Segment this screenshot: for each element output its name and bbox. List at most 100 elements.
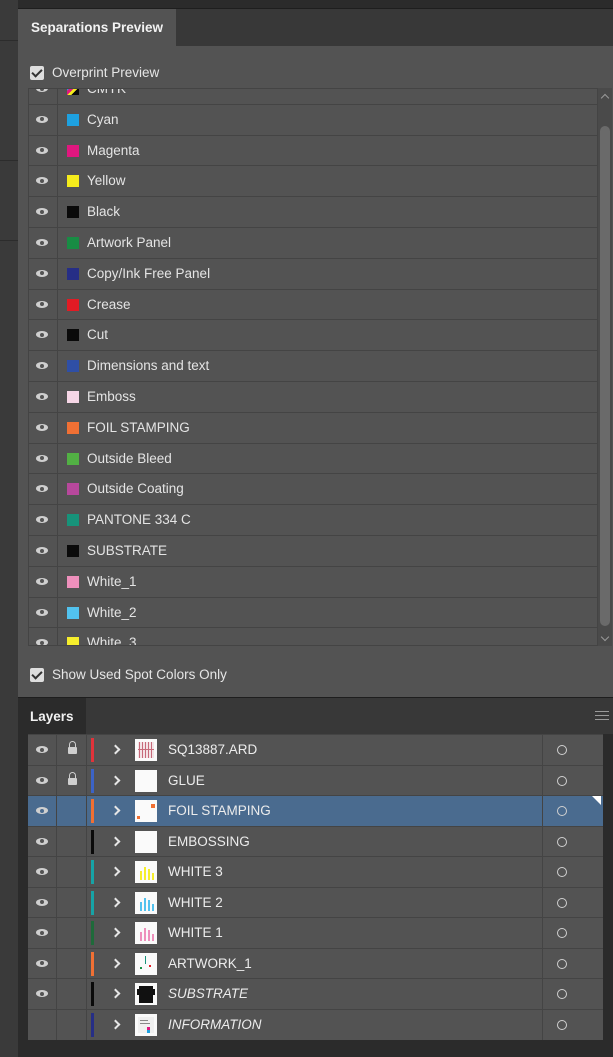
separation-row[interactable]: Artwork Panel bbox=[29, 227, 597, 258]
layer-lock-cell[interactable] bbox=[56, 857, 87, 887]
eye-icon[interactable] bbox=[36, 990, 48, 997]
expand-chevron-icon[interactable] bbox=[110, 744, 121, 755]
visibility-cell[interactable] bbox=[29, 597, 58, 628]
layer-row[interactable]: WHITE 2 bbox=[28, 886, 603, 918]
eye-icon[interactable] bbox=[36, 362, 48, 370]
expand-chevron-icon[interactable] bbox=[110, 805, 121, 816]
layer-target-cell[interactable] bbox=[541, 735, 543, 765]
eye-icon[interactable] bbox=[36, 485, 48, 493]
scroll-down-icon[interactable] bbox=[600, 632, 610, 642]
expand-chevron-icon[interactable] bbox=[110, 866, 121, 877]
target-circle-icon[interactable] bbox=[557, 1019, 567, 1030]
layer-row[interactable]: EMBOSSING bbox=[28, 825, 603, 857]
separation-row[interactable]: Black bbox=[29, 196, 597, 228]
eye-icon[interactable] bbox=[36, 746, 48, 753]
eye-icon[interactable] bbox=[36, 776, 48, 784]
eye-icon[interactable] bbox=[36, 177, 48, 185]
eye-icon[interactable] bbox=[36, 115, 48, 123]
visibility-cell[interactable] bbox=[29, 412, 58, 443]
eye-icon[interactable] bbox=[36, 239, 48, 246]
visibility-cell[interactable] bbox=[29, 289, 58, 320]
separation-row[interactable]: Outside Bleed bbox=[29, 442, 597, 474]
separation-row[interactable]: Dimensions and text bbox=[29, 350, 597, 382]
separation-row[interactable]: FOIL STAMPING bbox=[29, 411, 597, 443]
target-circle-icon[interactable] bbox=[557, 897, 567, 908]
eye-icon[interactable] bbox=[36, 547, 48, 554]
layer-target-cell[interactable] bbox=[541, 765, 543, 796]
eye-icon[interactable] bbox=[36, 269, 48, 277]
visibility-cell[interactable] bbox=[29, 443, 58, 474]
target-circle-icon[interactable] bbox=[557, 836, 567, 847]
visibility-cell[interactable] bbox=[29, 505, 58, 536]
separation-row[interactable]: White_3 bbox=[29, 627, 597, 645]
eye-icon[interactable] bbox=[36, 393, 48, 400]
visibility-cell[interactable] bbox=[29, 628, 58, 645]
layer-name[interactable]: SQ13887.ARD bbox=[168, 735, 257, 765]
separation-row[interactable]: White_2 bbox=[29, 596, 597, 628]
eye-icon[interactable] bbox=[36, 208, 48, 216]
layer-lock-cell[interactable] bbox=[56, 1009, 87, 1040]
layer-row[interactable]: SUBSTRATE bbox=[28, 978, 603, 1009]
expand-chevron-icon[interactable] bbox=[110, 1019, 121, 1029]
expand-chevron-icon[interactable] bbox=[110, 836, 121, 846]
expand-chevron-icon[interactable] bbox=[110, 927, 121, 938]
visibility-cell[interactable] bbox=[29, 228, 58, 258]
eye-icon[interactable] bbox=[36, 146, 48, 154]
layer-target-cell[interactable] bbox=[541, 826, 543, 857]
expand-chevron-icon[interactable] bbox=[110, 897, 121, 907]
lock-icon[interactable] bbox=[68, 741, 77, 754]
separation-row[interactable]: SUBSTRATE bbox=[29, 535, 597, 566]
eye-icon[interactable] bbox=[36, 516, 48, 524]
target-circle-icon[interactable] bbox=[557, 928, 567, 938]
target-circle-icon[interactable] bbox=[557, 775, 567, 786]
separation-row[interactable]: Copy/Ink Free Panel bbox=[29, 257, 597, 289]
layer-lock-cell[interactable] bbox=[56, 918, 87, 948]
visibility-cell[interactable] bbox=[29, 258, 58, 289]
visibility-cell[interactable] bbox=[29, 104, 58, 135]
visibility-cell[interactable] bbox=[29, 474, 58, 505]
separation-row[interactable]: Cut bbox=[29, 319, 597, 351]
eye-icon[interactable] bbox=[36, 898, 48, 906]
layer-name[interactable]: WHITE 1 bbox=[168, 918, 223, 948]
eye-icon[interactable] bbox=[36, 89, 48, 92]
target-circle-icon[interactable] bbox=[557, 958, 567, 969]
lock-icon[interactable] bbox=[68, 771, 77, 785]
separations-scrollbar[interactable] bbox=[598, 88, 612, 646]
visibility-cell[interactable] bbox=[29, 89, 58, 104]
layer-name[interactable]: WHITE 3 bbox=[168, 857, 223, 887]
eye-icon[interactable] bbox=[36, 868, 48, 875]
layer-target-cell[interactable] bbox=[541, 796, 543, 826]
visibility-cell[interactable] bbox=[29, 351, 58, 382]
layer-lock-cell[interactable] bbox=[56, 948, 87, 979]
tab-layers[interactable]: Layers bbox=[18, 698, 86, 735]
layer-name[interactable]: GLUE bbox=[168, 766, 205, 796]
layer-target-cell[interactable] bbox=[541, 918, 543, 948]
layer-name[interactable]: ARTWORK_1 bbox=[168, 949, 252, 979]
separation-row[interactable]: Magenta bbox=[29, 134, 597, 166]
target-circle-icon[interactable] bbox=[557, 745, 567, 755]
visibility-cell[interactable] bbox=[29, 197, 58, 228]
eye-icon[interactable] bbox=[36, 331, 48, 339]
panel-menu-icon[interactable] bbox=[595, 708, 609, 722]
layer-lock-cell[interactable] bbox=[56, 887, 87, 918]
eye-icon[interactable] bbox=[36, 929, 48, 936]
visibility-cell[interactable] bbox=[29, 382, 58, 412]
eye-icon[interactable] bbox=[36, 300, 48, 308]
layer-target-cell[interactable] bbox=[541, 887, 543, 918]
layer-target-cell[interactable] bbox=[541, 1009, 543, 1040]
eye-icon[interactable] bbox=[36, 959, 48, 967]
visibility-cell[interactable] bbox=[29, 536, 58, 566]
scroll-up-icon[interactable] bbox=[600, 93, 610, 103]
expand-chevron-icon[interactable] bbox=[110, 958, 121, 968]
visibility-cell[interactable] bbox=[29, 320, 58, 351]
layer-lock-cell[interactable] bbox=[56, 796, 87, 826]
separation-row[interactable]: Cyan bbox=[29, 103, 597, 135]
layer-row[interactable]: FOIL STAMPING bbox=[28, 795, 603, 826]
layer-name[interactable]: INFORMATION bbox=[168, 1010, 262, 1040]
expand-chevron-icon[interactable] bbox=[110, 988, 121, 999]
layer-name[interactable]: FOIL STAMPING bbox=[168, 796, 271, 826]
target-circle-icon[interactable] bbox=[557, 989, 567, 999]
layer-lock-cell[interactable] bbox=[56, 979, 87, 1009]
layer-lock-cell[interactable] bbox=[56, 826, 87, 857]
scrollbar-thumb[interactable] bbox=[600, 126, 610, 626]
